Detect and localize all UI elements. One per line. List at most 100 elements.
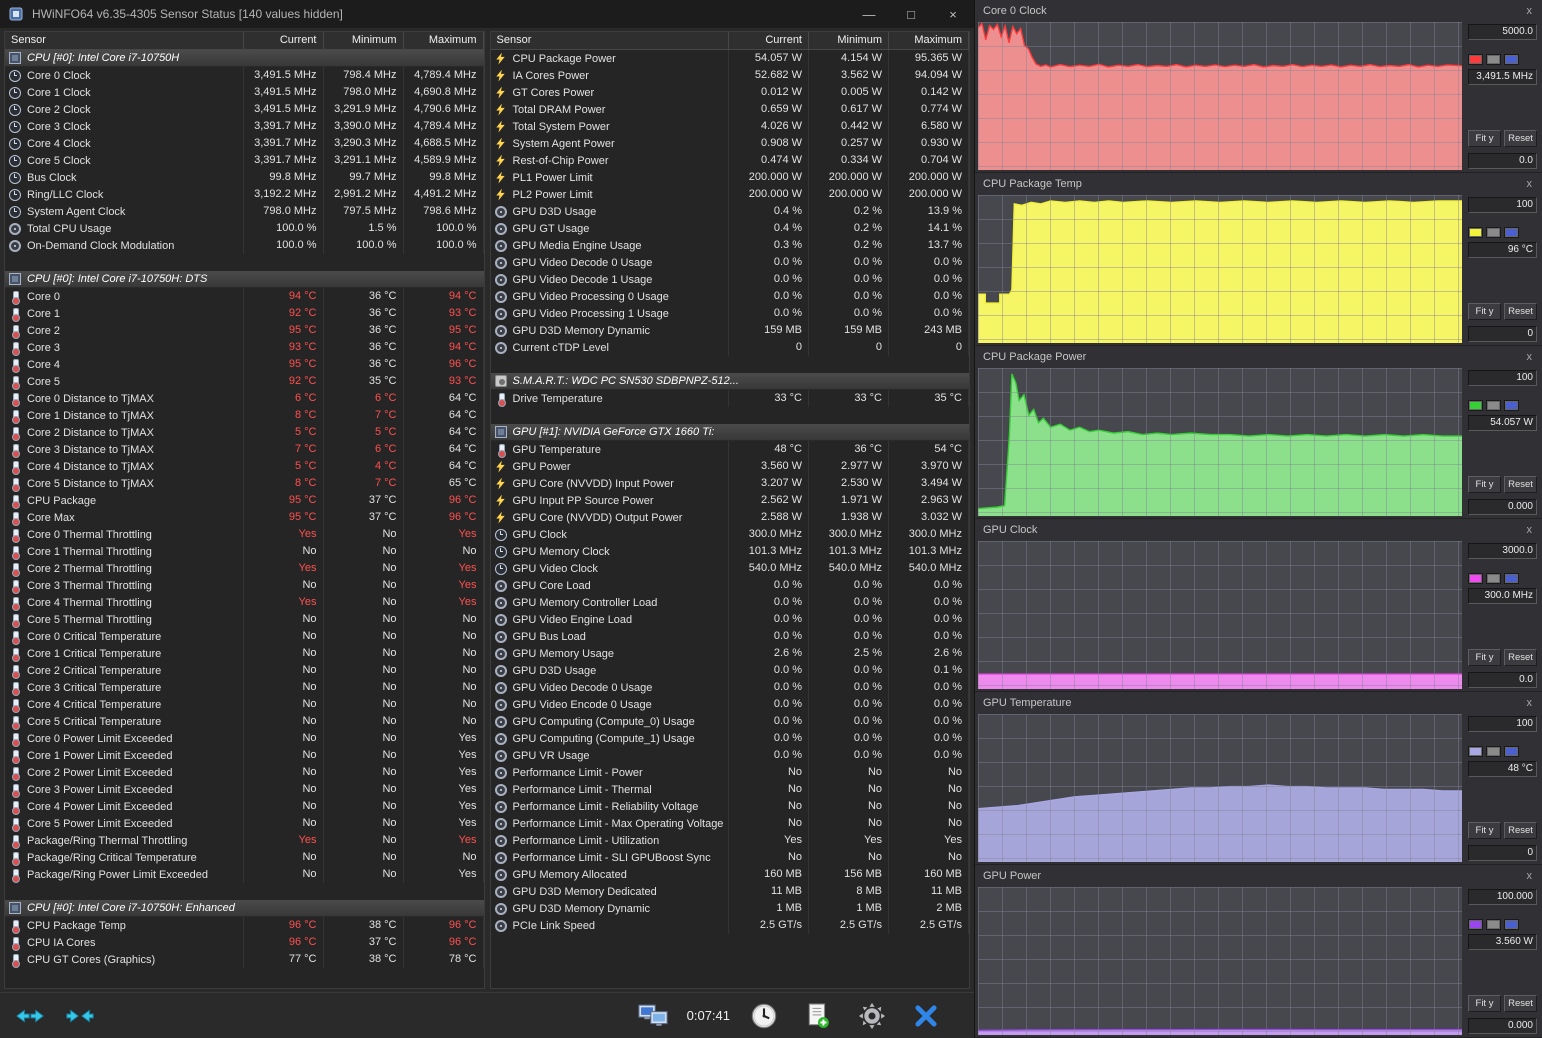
- scale-min-box[interactable]: 0.000: [1468, 1018, 1537, 1034]
- sensor-row[interactable]: Core 1 Thermal ThrottlingNoNoNo: [5, 543, 484, 560]
- scale-min-box[interactable]: 0.000: [1468, 499, 1537, 515]
- sensor-row[interactable]: GPU Core Load0.0 %0.0 %0.0 %: [491, 577, 970, 594]
- series-color-swatch[interactable]: [1468, 227, 1483, 238]
- sensor-row[interactable]: Core 0 Distance to TjMAX6 °C6 °C64 °C: [5, 390, 484, 407]
- background-color-swatch[interactable]: [1486, 54, 1501, 65]
- expand-columns-button[interactable]: [10, 1000, 50, 1032]
- background-color-swatch[interactable]: [1486, 227, 1501, 238]
- sensor-row[interactable]: Rest-of-Chip Power0.474 W0.334 W0.704 W: [491, 152, 970, 169]
- scale-max-box[interactable]: 100.000: [1468, 889, 1537, 905]
- reset-button[interactable]: Reset: [1504, 995, 1537, 1012]
- scale-max-box[interactable]: 3000.0: [1468, 543, 1537, 559]
- scale-max-box[interactable]: 5000.0: [1468, 24, 1537, 40]
- scale-min-box[interactable]: 0.0: [1468, 672, 1537, 688]
- sensor-row[interactable]: Core 5 Critical TemperatureNoNoNo: [5, 713, 484, 730]
- column-header-current[interactable]: Current: [729, 32, 809, 49]
- sensor-row[interactable]: GPU Power3.560 W2.977 W3.970 W: [491, 458, 970, 475]
- sensor-row[interactable]: Core 2 Thermal ThrottlingYesNoYes: [5, 560, 484, 577]
- sensor-row[interactable]: Total System Power4.026 W0.442 W6.580 W: [491, 118, 970, 135]
- column-header-minimum[interactable]: Minimum: [809, 32, 889, 49]
- sensor-row[interactable]: Core 3 Thermal ThrottlingNoNoYes: [5, 577, 484, 594]
- sensor-row[interactable]: GPU Core (NVVDD) Input Power3.207 W2.530…: [491, 475, 970, 492]
- sensor-row[interactable]: Core 4 Power Limit ExceededNoNoYes: [5, 798, 484, 815]
- sensor-row[interactable]: Core 0 Power Limit ExceededNoNoYes: [5, 730, 484, 747]
- sensor-row[interactable]: GPU Video Clock540.0 MHz540.0 MHz540.0 M…: [491, 560, 970, 577]
- scale-min-box[interactable]: 0: [1468, 845, 1537, 861]
- series-color-swatch[interactable]: [1468, 746, 1483, 757]
- sensor-row[interactable]: GPU Video Decode 0 Usage0.0 %0.0 %0.0 %: [491, 254, 970, 271]
- sensor-row[interactable]: Performance Limit - Reliability VoltageN…: [491, 798, 970, 815]
- sensor-row[interactable]: Core 5 Power Limit ExceededNoNoYes: [5, 815, 484, 832]
- sensor-row[interactable]: Package/Ring Thermal ThrottlingYesNoYes: [5, 832, 484, 849]
- sensor-row[interactable]: Core 0 Critical TemperatureNoNoNo: [5, 628, 484, 645]
- sensor-row[interactable]: GPU D3D Memory Dynamic159 MB159 MB243 MB: [491, 322, 970, 339]
- grid-color-swatch[interactable]: [1504, 919, 1519, 930]
- close-sensors-button[interactable]: [906, 1000, 946, 1032]
- section-header-row[interactable]: CPU [#0]: Intel Core i7-10750H: DTS: [5, 271, 484, 288]
- sensor-row[interactable]: GPU VR Usage0.0 %0.0 %0.0 %: [491, 747, 970, 764]
- column-header-current[interactable]: Current: [244, 32, 324, 49]
- collapse-columns-button[interactable]: [60, 1000, 100, 1032]
- report-button[interactable]: [798, 1000, 838, 1032]
- section-header-row[interactable]: GPU [#1]: NVIDIA GeForce GTX 1660 Ti:: [491, 424, 970, 441]
- sensor-row[interactable]: Core 2 Critical TemperatureNoNoNo: [5, 662, 484, 679]
- sensor-row[interactable]: Core 2 Power Limit ExceededNoNoYes: [5, 764, 484, 781]
- sensor-row[interactable]: PL2 Power Limit200.000 W200.000 W200.000…: [491, 186, 970, 203]
- sensor-row[interactable]: Core 4 Distance to TjMAX5 °C4 °C64 °C: [5, 458, 484, 475]
- sensor-row[interactable]: Bus Clock99.8 MHz99.7 MHz99.8 MHz: [5, 169, 484, 186]
- sensor-row[interactable]: Ring/LLC Clock3,192.2 MHz2,991.2 MHz4,49…: [5, 186, 484, 203]
- sensor-row[interactable]: Core 4 Critical TemperatureNoNoNo: [5, 696, 484, 713]
- reset-button[interactable]: Reset: [1504, 649, 1537, 666]
- sensor-row[interactable]: GPU Video Decode 0 Usage0.0 %0.0 %0.0 %: [491, 679, 970, 696]
- sensor-row[interactable]: CPU Package Power54.057 W4.154 W95.365 W: [491, 50, 970, 67]
- sensor-row[interactable]: Core 3 Distance to TjMAX7 °C6 °C64 °C: [5, 441, 484, 458]
- fit-y-button[interactable]: Fit y: [1468, 822, 1501, 839]
- sensor-row[interactable]: GPU Video Processing 0 Usage0.0 %0.0 %0.…: [491, 288, 970, 305]
- graph-panel-header[interactable]: Core 0 Clock x: [975, 0, 1542, 22]
- sensor-row[interactable]: Performance Limit - PowerNoNoNo: [491, 764, 970, 781]
- scale-max-box[interactable]: 100: [1468, 197, 1537, 213]
- sensor-row[interactable]: GPU Video Processing 1 Usage0.0 %0.0 %0.…: [491, 305, 970, 322]
- sensor-row[interactable]: Core 0 Thermal ThrottlingYesNoYes: [5, 526, 484, 543]
- sensor-row[interactable]: Core 3 Clock3,391.7 MHz3,390.0 MHz4,789.…: [5, 118, 484, 135]
- sensor-row[interactable]: Performance Limit - ThermalNoNoNo: [491, 781, 970, 798]
- sensor-row[interactable]: Core 094 °C36 °C94 °C: [5, 288, 484, 305]
- background-color-swatch[interactable]: [1486, 400, 1501, 411]
- close-icon[interactable]: x: [1525, 351, 1535, 363]
- sensor-row[interactable]: PL1 Power Limit200.000 W200.000 W200.000…: [491, 169, 970, 186]
- reset-button[interactable]: Reset: [1504, 130, 1537, 147]
- sensor-row[interactable]: CPU IA Cores96 °C37 °C96 °C: [5, 934, 484, 951]
- sensor-row[interactable]: Core 1 Power Limit ExceededNoNoYes: [5, 747, 484, 764]
- close-button[interactable]: ×: [936, 2, 970, 26]
- sensor-row[interactable]: GPU Video Encode 0 Usage0.0 %0.0 %0.0 %: [491, 696, 970, 713]
- sensor-row[interactable]: System Agent Clock798.0 MHz797.5 MHz798.…: [5, 203, 484, 220]
- sensor-row[interactable]: GPU D3D Memory Dynamic1 MB1 MB2 MB: [491, 900, 970, 917]
- maximize-button[interactable]: □: [894, 2, 928, 26]
- sensor-row[interactable]: GPU D3D Usage0.0 %0.0 %0.1 %: [491, 662, 970, 679]
- column-header-minimum[interactable]: Minimum: [324, 32, 404, 49]
- sensor-row[interactable]: Core 2 Distance to TjMAX5 °C5 °C64 °C: [5, 424, 484, 441]
- sensor-row[interactable]: Performance Limit - Max Operating Voltag…: [491, 815, 970, 832]
- section-header-row[interactable]: CPU [#0]: Intel Core i7-10750H: [5, 50, 484, 67]
- sensor-row[interactable]: GPU GT Usage0.4 %0.2 %14.1 %: [491, 220, 970, 237]
- sensor-row[interactable]: GPU Video Decode 1 Usage0.0 %0.0 %0.0 %: [491, 271, 970, 288]
- sensor-row[interactable]: Core 3 Power Limit ExceededNoNoYes: [5, 781, 484, 798]
- background-color-swatch[interactable]: [1486, 573, 1501, 584]
- scale-max-box[interactable]: 100: [1468, 716, 1537, 732]
- fit-y-button[interactable]: Fit y: [1468, 130, 1501, 147]
- clock-button[interactable]: [744, 1000, 784, 1032]
- sensor-row[interactable]: On-Demand Clock Modulation100.0 %100.0 %…: [5, 237, 484, 254]
- section-header-row[interactable]: CPU [#0]: Intel Core i7-10750H: Enhanced: [5, 900, 484, 917]
- sensor-row[interactable]: Core 5 Clock3,391.7 MHz3,291.1 MHz4,589.…: [5, 152, 484, 169]
- sensor-row[interactable]: GPU Core (NVVDD) Output Power2.588 W1.93…: [491, 509, 970, 526]
- sensor-row[interactable]: Performance Limit - UtilizationYesYesYes: [491, 832, 970, 849]
- sensor-row[interactable]: CPU GT Cores (Graphics)77 °C38 °C78 °C: [5, 951, 484, 968]
- background-color-swatch[interactable]: [1486, 919, 1501, 930]
- sensor-row[interactable]: Core 495 °C36 °C96 °C: [5, 356, 484, 373]
- minimize-button[interactable]: —: [852, 2, 886, 26]
- sensor-row[interactable]: GPU Media Engine Usage0.3 %0.2 %13.7 %: [491, 237, 970, 254]
- sensor-row[interactable]: Package/Ring Critical TemperatureNoNoNo: [5, 849, 484, 866]
- sensor-row[interactable]: Core 5 Thermal ThrottlingNoNoNo: [5, 611, 484, 628]
- sensor-row[interactable]: GT Cores Power0.012 W0.005 W0.142 W: [491, 84, 970, 101]
- sensor-row[interactable]: GPU D3D Memory Dedicated11 MB8 MB11 MB: [491, 883, 970, 900]
